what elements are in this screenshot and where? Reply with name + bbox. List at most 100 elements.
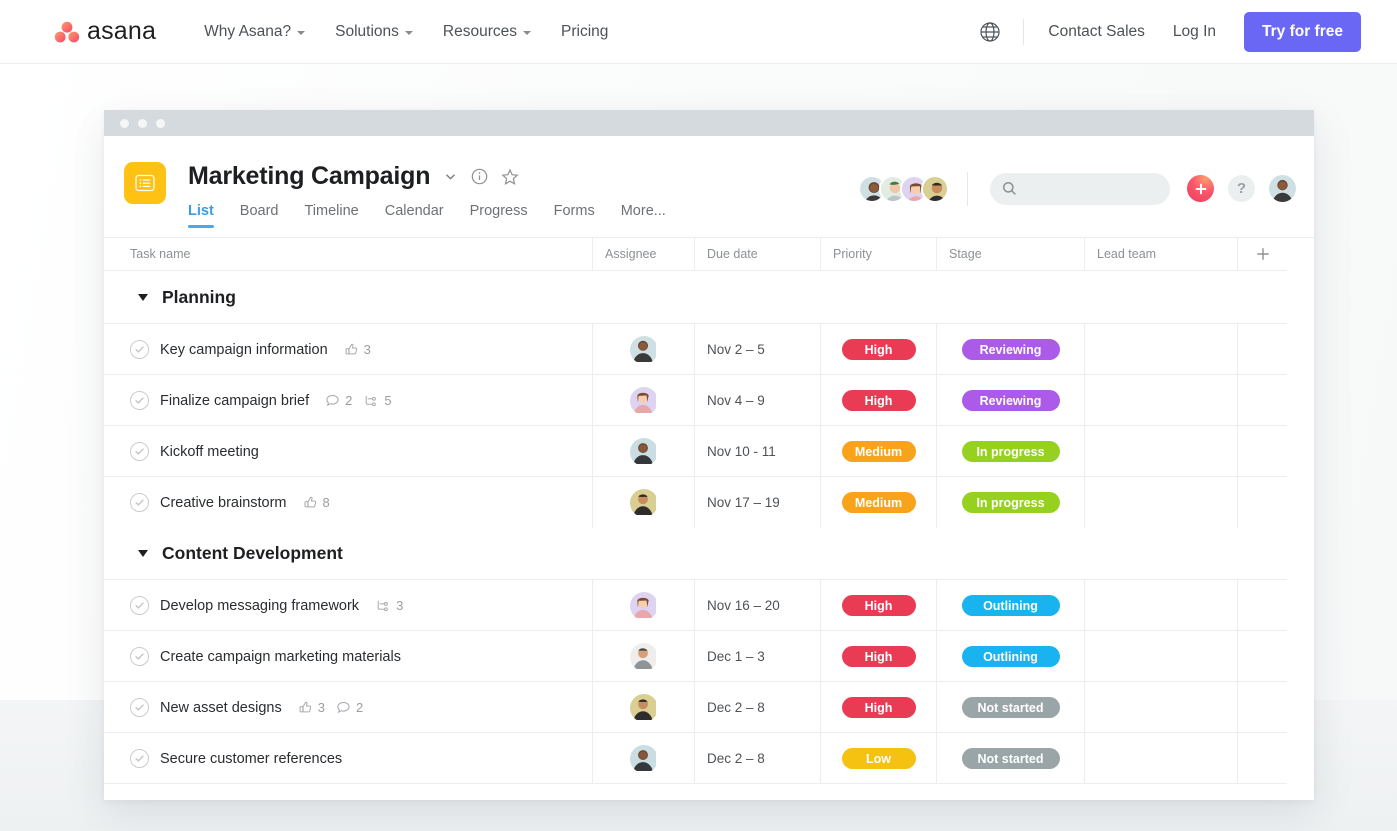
- cell-due-date[interactable]: Nov 4 – 9: [694, 375, 820, 426]
- cell-priority[interactable]: High: [820, 580, 936, 631]
- try-for-free-button[interactable]: Try for free: [1244, 11, 1361, 52]
- search-input[interactable]: [990, 172, 1170, 205]
- cell-stage[interactable]: Outlining: [936, 631, 1084, 682]
- cell-lead-team[interactable]: [1084, 682, 1237, 733]
- task-complete-checkbox[interactable]: [130, 493, 149, 512]
- cell-due-date[interactable]: Nov 10 - 11: [694, 426, 820, 477]
- cell-assignee[interactable]: [592, 477, 694, 528]
- cell-lead-team[interactable]: [1084, 375, 1237, 426]
- priority-badge[interactable]: High: [841, 697, 916, 718]
- avatar[interactable]: [629, 744, 658, 773]
- cell-stage[interactable]: In progress: [936, 426, 1084, 477]
- stage-badge[interactable]: Reviewing: [961, 339, 1060, 360]
- info-circle-icon[interactable]: [471, 168, 488, 185]
- tab-timeline[interactable]: Timeline: [304, 203, 358, 228]
- globe-icon[interactable]: [979, 21, 1001, 43]
- current-user-avatar[interactable]: [1269, 175, 1296, 202]
- cell-assignee[interactable]: [592, 733, 694, 784]
- column-header-priority[interactable]: Priority: [820, 237, 936, 271]
- cell-lead-team[interactable]: [1084, 733, 1237, 784]
- column-header-due-date[interactable]: Due date: [694, 237, 820, 271]
- cell-stage[interactable]: In progress: [936, 477, 1084, 528]
- avatar[interactable]: [629, 591, 658, 620]
- log-in-link[interactable]: Log In: [1173, 23, 1216, 41]
- avatar[interactable]: [629, 386, 658, 415]
- priority-badge[interactable]: Medium: [841, 441, 916, 462]
- task-meta-thumbs-up[interactable]: 8: [303, 495, 330, 510]
- task-complete-checkbox[interactable]: [130, 596, 149, 615]
- cell-priority[interactable]: Medium: [820, 477, 936, 528]
- priority-badge[interactable]: High: [841, 646, 916, 667]
- task-complete-checkbox[interactable]: [130, 749, 149, 768]
- nav-link-why-asana[interactable]: Why Asana?: [204, 23, 306, 41]
- task-complete-checkbox[interactable]: [130, 340, 149, 359]
- tab-progress[interactable]: Progress: [470, 203, 528, 228]
- tab-list[interactable]: List: [188, 203, 214, 228]
- table-row[interactable]: New asset designs 3 2 Dec 2 – 8 High Not star…: [104, 681, 1287, 733]
- avatar[interactable]: [629, 437, 658, 466]
- tab-board[interactable]: Board: [240, 203, 279, 228]
- cell-priority[interactable]: High: [820, 631, 936, 682]
- tab-calendar[interactable]: Calendar: [385, 203, 444, 228]
- task-complete-checkbox[interactable]: [130, 442, 149, 461]
- avatar[interactable]: [629, 488, 658, 517]
- cell-task-name[interactable]: Kickoff meeting: [104, 426, 592, 477]
- cell-stage[interactable]: Reviewing: [936, 324, 1084, 375]
- cell-due-date[interactable]: Nov 16 – 20: [694, 580, 820, 631]
- stage-badge[interactable]: Outlining: [961, 595, 1060, 616]
- section-header-planning[interactable]: Planning: [104, 271, 1287, 323]
- add-column-button[interactable]: [1237, 237, 1287, 271]
- cell-stage[interactable]: Not started: [936, 682, 1084, 733]
- table-row[interactable]: Creative brainstorm 8 Nov 17 – 19 Medium In …: [104, 476, 1287, 528]
- avatar[interactable]: [629, 642, 658, 671]
- cell-priority[interactable]: Medium: [820, 426, 936, 477]
- cell-due-date[interactable]: Dec 1 – 3: [694, 631, 820, 682]
- table-row[interactable]: Key campaign information 3 Nov 2 – 5 High Re…: [104, 323, 1287, 375]
- task-meta-thumbs-up[interactable]: 3: [298, 700, 325, 715]
- table-row[interactable]: Create campaign marketing materials Dec 1…: [104, 630, 1287, 682]
- cell-stage[interactable]: Not started: [936, 733, 1084, 784]
- priority-badge[interactable]: High: [841, 595, 916, 616]
- priority-badge[interactable]: Medium: [841, 492, 916, 513]
- task-meta-subtask[interactable]: 5: [363, 393, 392, 408]
- cell-assignee[interactable]: [592, 324, 694, 375]
- cell-assignee[interactable]: [592, 375, 694, 426]
- cell-priority[interactable]: High: [820, 682, 936, 733]
- contact-sales-link[interactable]: Contact Sales: [1048, 23, 1145, 41]
- section-header-content-development[interactable]: Content Development: [104, 527, 1287, 579]
- cell-task-name[interactable]: Creative brainstorm 8: [104, 477, 592, 528]
- avatar[interactable]: [629, 693, 658, 722]
- cell-assignee[interactable]: [592, 631, 694, 682]
- cell-priority[interactable]: Low: [820, 733, 936, 784]
- stage-badge[interactable]: Not started: [961, 697, 1060, 718]
- cell-lead-team[interactable]: [1084, 580, 1237, 631]
- cell-due-date[interactable]: Nov 2 – 5: [694, 324, 820, 375]
- nav-link-pricing[interactable]: Pricing: [561, 23, 608, 41]
- nav-link-resources[interactable]: Resources: [443, 23, 532, 41]
- column-header-assignee[interactable]: Assignee: [592, 237, 694, 271]
- caret-down-icon[interactable]: [138, 293, 148, 301]
- stage-badge[interactable]: Reviewing: [961, 390, 1060, 411]
- cell-task-name[interactable]: Secure customer references: [104, 733, 592, 784]
- cell-lead-team[interactable]: [1084, 631, 1237, 682]
- priority-badge[interactable]: Low: [841, 748, 916, 769]
- stage-badge[interactable]: Not started: [961, 748, 1060, 769]
- add-task-button[interactable]: [1187, 175, 1214, 202]
- search-field[interactable]: [1025, 181, 1155, 196]
- cell-due-date[interactable]: Nov 17 – 19: [694, 477, 820, 528]
- task-complete-checkbox[interactable]: [130, 698, 149, 717]
- task-complete-checkbox[interactable]: [130, 647, 149, 666]
- task-meta-comment[interactable]: 2: [325, 393, 352, 408]
- cell-assignee[interactable]: [592, 426, 694, 477]
- task-meta-subtask[interactable]: 3: [375, 598, 403, 613]
- priority-badge[interactable]: High: [841, 390, 916, 411]
- star-icon[interactable]: [501, 168, 519, 186]
- help-button[interactable]: ?: [1228, 175, 1255, 202]
- cell-task-name[interactable]: New asset designs 3 2: [104, 682, 592, 733]
- cell-assignee[interactable]: [592, 682, 694, 733]
- table-row[interactable]: Finalize campaign brief 2 5 Nov 4 – 9 High Re…: [104, 374, 1287, 426]
- cell-due-date[interactable]: Dec 2 – 8: [694, 733, 820, 784]
- task-complete-checkbox[interactable]: [130, 391, 149, 410]
- cell-task-name[interactable]: Develop messaging framework 3: [104, 580, 592, 631]
- table-row[interactable]: Secure customer references Dec 2 – 8 Low No…: [104, 732, 1287, 784]
